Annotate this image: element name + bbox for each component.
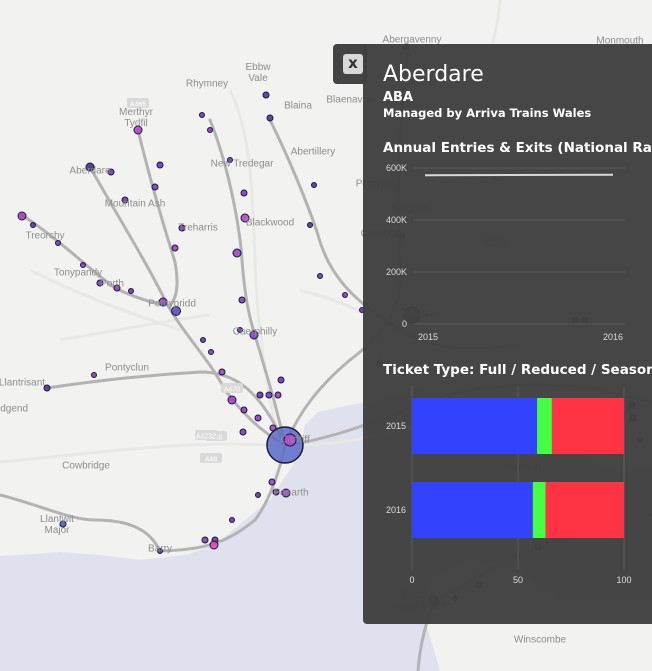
ticket-x-tick: 100 <box>616 575 631 585</box>
station-marker[interactable] <box>91 372 97 378</box>
entries-y-tick: 400K <box>386 215 407 225</box>
station-marker[interactable] <box>85 162 95 172</box>
station-marker[interactable] <box>229 517 235 523</box>
station-marker[interactable] <box>239 428 247 436</box>
ticket-x-tick: 50 <box>513 575 523 585</box>
station-marker[interactable] <box>218 368 226 376</box>
station-marker[interactable] <box>199 112 205 118</box>
station-marker[interactable] <box>107 168 115 176</box>
station-marker[interactable] <box>121 196 129 204</box>
station-marker[interactable] <box>17 211 27 221</box>
station-marker[interactable] <box>156 161 164 169</box>
station-marker[interactable] <box>171 306 181 316</box>
station-marker[interactable] <box>200 337 206 343</box>
ticket-bar-segment <box>551 398 624 454</box>
station-marker[interactable] <box>249 330 259 340</box>
road-shield-label: A48 <box>205 457 218 464</box>
station-marker[interactable] <box>240 406 248 414</box>
road-shield-label: A4232 <box>196 434 216 441</box>
station-marker[interactable] <box>317 273 323 279</box>
station-marker[interactable] <box>281 488 291 498</box>
ticket-bar-segment <box>412 398 538 454</box>
station-marker[interactable] <box>151 183 159 191</box>
road-shield-label: A470 <box>224 387 240 394</box>
entries-chart: 0 200K 400K 600K 2015 2016 <box>386 163 625 342</box>
station-code: ABA <box>383 90 414 105</box>
station-marker[interactable] <box>256 391 264 399</box>
station-marker[interactable] <box>232 248 242 258</box>
station-marker[interactable] <box>201 536 209 544</box>
station-marker[interactable] <box>30 222 36 228</box>
station-marker[interactable] <box>43 384 51 392</box>
station-name: Aberdare <box>383 62 484 87</box>
station-marker[interactable] <box>266 426 304 464</box>
station-marker[interactable] <box>272 488 280 496</box>
station-marker[interactable] <box>266 114 274 122</box>
station-marker[interactable] <box>274 391 282 399</box>
station-marker[interactable] <box>209 540 219 550</box>
station-marker[interactable] <box>208 349 214 355</box>
station-marker[interactable] <box>311 182 317 188</box>
station-marker[interactable] <box>158 297 168 307</box>
entries-y-tick: 0 <box>402 319 407 329</box>
station-marker[interactable] <box>59 520 67 528</box>
ticket-category-label: 2016 <box>386 505 406 515</box>
ticket-category-label: 2015 <box>386 421 406 431</box>
station-marker[interactable] <box>113 284 121 292</box>
ticket-bar-segment <box>532 482 546 538</box>
station-marker[interactable] <box>238 296 246 304</box>
station-marker[interactable] <box>237 327 243 333</box>
station-marker[interactable] <box>268 478 276 486</box>
station-marker[interactable] <box>277 376 285 384</box>
entries-x-tick: 2015 <box>418 332 438 342</box>
ticket-bar-segment <box>412 482 533 538</box>
station-marker[interactable] <box>133 125 143 135</box>
station-marker[interactable] <box>240 189 248 197</box>
station-marker[interactable] <box>80 262 86 268</box>
station-marker[interactable] <box>262 91 270 99</box>
entries-y-tick: 600K <box>386 163 407 173</box>
entries-x-tick: 2016 <box>603 332 623 342</box>
ticket-bar-segment <box>537 398 552 454</box>
station-operator: Managed by Arriva Trains Wales <box>383 106 592 120</box>
station-info-panel: Aberdare ABA Managed by Arriva Trains Wa… <box>363 44 652 624</box>
entries-y-tick: 200K <box>386 267 407 277</box>
station-marker[interactable] <box>254 414 262 422</box>
station-marker[interactable] <box>157 548 163 554</box>
station-marker[interactable] <box>227 395 237 405</box>
station-marker[interactable] <box>207 127 213 133</box>
road-shield-label: A465 <box>130 102 146 109</box>
station-marker[interactable] <box>307 222 313 228</box>
entries-series-line <box>424 173 614 177</box>
station-marker[interactable] <box>240 213 250 223</box>
station-marker[interactable] <box>96 279 104 287</box>
close-panel-button[interactable]: x <box>333 44 367 84</box>
station-marker[interactable] <box>128 288 134 294</box>
ticket-type-chart: 0 50 100 2015 2016 <box>386 386 632 585</box>
ticket-x-tick: 0 <box>409 575 414 585</box>
station-marker[interactable] <box>178 224 186 232</box>
station-marker[interactable] <box>255 492 261 498</box>
station-marker[interactable] <box>55 240 61 246</box>
station-marker[interactable] <box>283 433 297 447</box>
close-icon[interactable]: x <box>343 54 363 74</box>
station-marker[interactable] <box>342 292 348 298</box>
station-marker[interactable] <box>171 244 179 252</box>
station-marker[interactable] <box>227 157 233 163</box>
station-marker[interactable] <box>265 391 273 399</box>
ticket-bar-segment <box>545 482 624 538</box>
